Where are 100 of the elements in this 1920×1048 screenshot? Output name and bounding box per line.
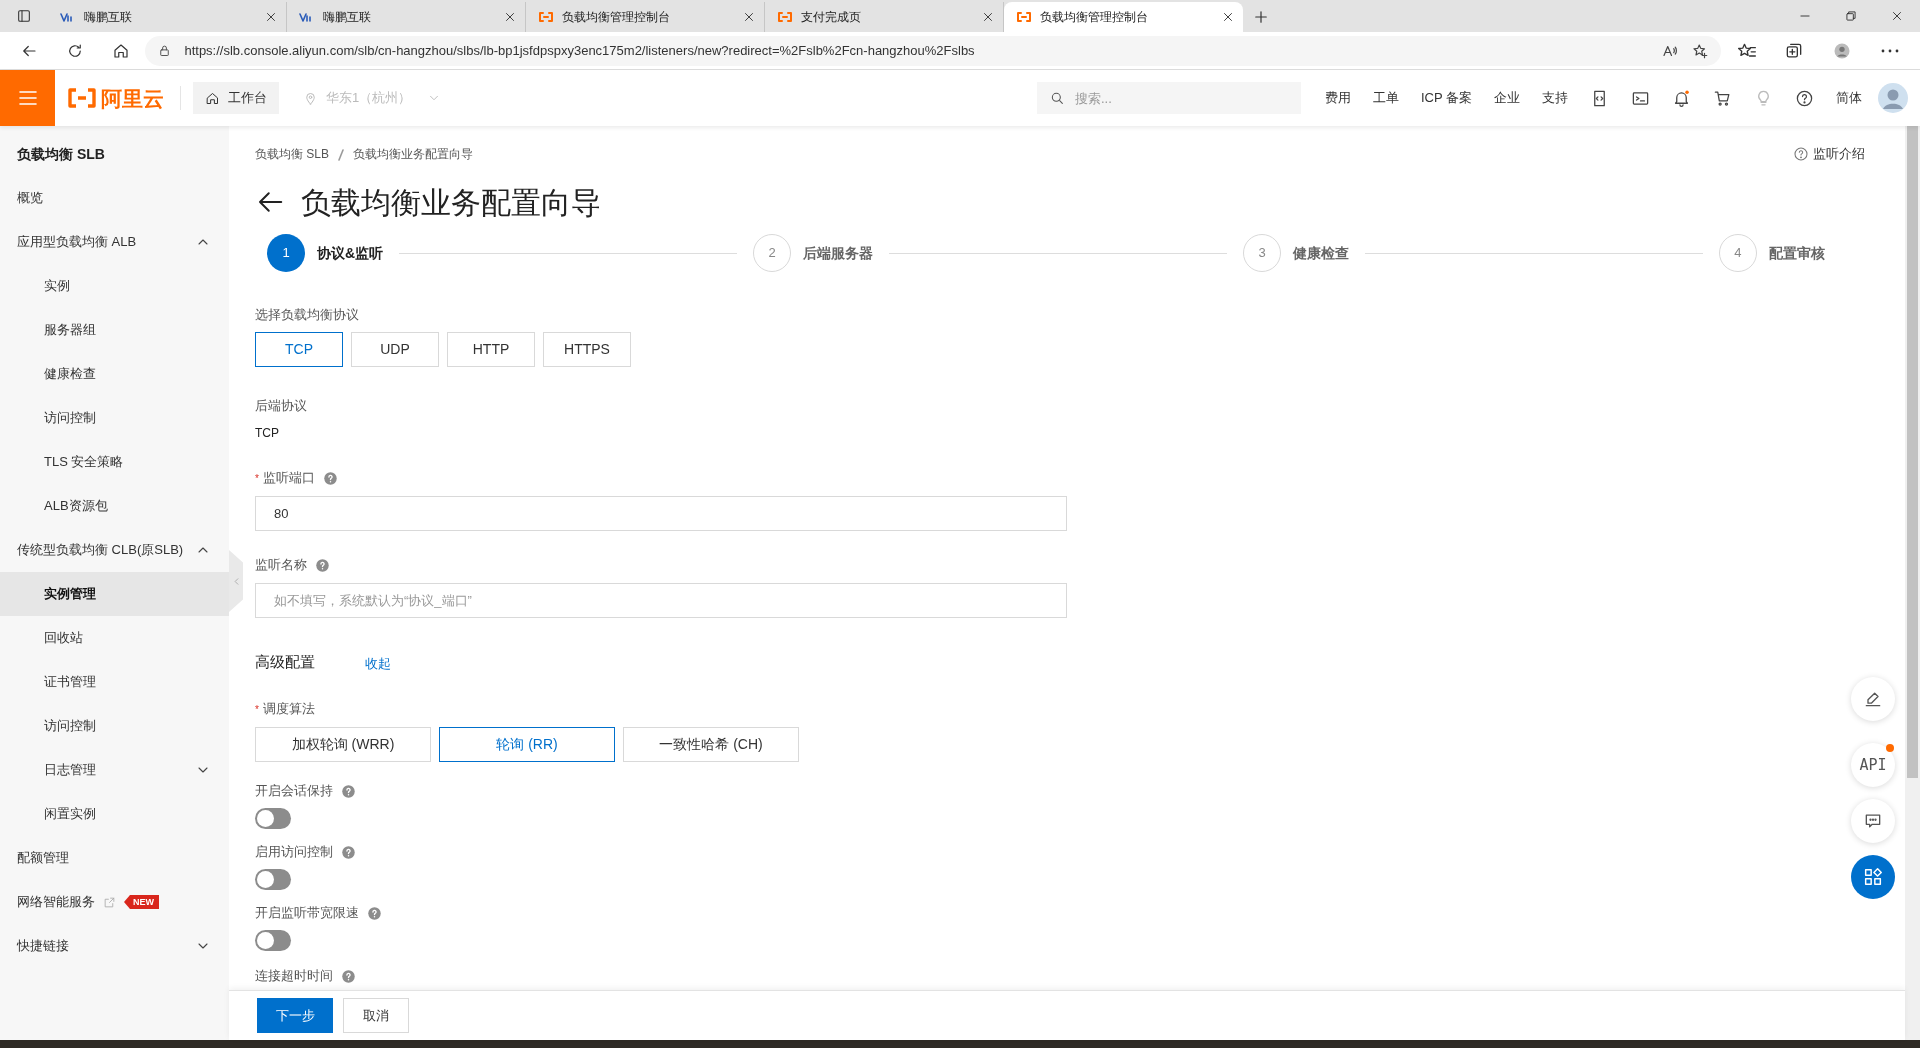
sidebar-item[interactable]: 配额管理	[0, 836, 229, 880]
sidebar-item[interactable]: TLS 安全策略	[0, 440, 229, 484]
tab-actions-icon	[16, 8, 32, 24]
field-label: 开启监听带宽限速	[255, 904, 359, 923]
scrollbar-thumb[interactable]	[1907, 126, 1918, 778]
help-link[interactable]: 监听介绍	[1793, 144, 1865, 164]
field-value: TCP	[255, 425, 280, 442]
close-icon[interactable]	[1221, 10, 1235, 24]
help-icon[interactable]	[1795, 88, 1814, 108]
nav-link[interactable]: 费用	[1324, 88, 1351, 108]
field-label: 监听端口	[262, 469, 315, 488]
field-label: 后端协议	[255, 397, 307, 416]
field-label: 启用访问控制	[255, 843, 333, 862]
nav-link[interactable]: 企业	[1494, 88, 1520, 108]
sidebar-item[interactable]: 网络智能服务 NEW	[0, 880, 229, 924]
footer-button[interactable]: 取消	[343, 998, 409, 1033]
option-button[interactable]: 加权轮询 (WRR)	[255, 727, 431, 762]
toggle-switch[interactable]	[255, 930, 291, 951]
collapse-link[interactable]: 收起	[365, 654, 391, 674]
port-input[interactable]: 80	[255, 496, 1067, 531]
restore-icon	[1844, 9, 1858, 23]
field-label: 选择负载均衡协议	[255, 306, 359, 325]
required-mark: *	[255, 471, 259, 486]
apps-icon	[1862, 866, 1884, 888]
name-input[interactable]: 如不填写，系统默认为“协议_端口”	[255, 583, 1067, 618]
sidebar-item[interactable]: 闲置实例	[0, 792, 229, 836]
sidebar-item[interactable]: 快捷链接	[0, 924, 229, 968]
chat-button[interactable]	[1851, 799, 1895, 843]
step-label: 协议&监听	[317, 243, 384, 263]
home-icon	[205, 90, 220, 106]
avatar[interactable]	[1878, 83, 1908, 113]
edit-button[interactable]	[1851, 677, 1895, 721]
option-button[interactable]: 一致性哈希 (CH)	[623, 727, 799, 762]
tab-title: 嗨鹏互联	[323, 9, 372, 26]
nav-link[interactable]: 工单	[1372, 88, 1399, 108]
step-label: 后端服务器	[803, 243, 874, 263]
pencil-icon	[1863, 689, 1883, 709]
close-icon[interactable]	[981, 10, 995, 24]
step-number: 3	[1243, 234, 1282, 272]
close-icon	[1890, 9, 1904, 23]
option-button[interactable]: HTTPS	[543, 332, 631, 367]
nav-link[interactable]: ICP 备案	[1420, 88, 1472, 108]
new-badge: NEW	[124, 895, 159, 909]
language-link[interactable]: 简体	[1836, 88, 1862, 108]
toggle-switch[interactable]	[255, 808, 291, 829]
address-field[interactable]: https://slb.console.aliyun.com/slb/cn-hangzhou/slbs/lb-bp1jsfdpspxy3enc175m2/listeners/new?redirect=%2Fslb%2Fcn-hangzhou%2Fslbs	[145, 35, 1721, 66]
option-button[interactable]: 轮询 (RR)	[439, 727, 615, 762]
tab-title: 负载均衡管理控制台	[1040, 9, 1149, 26]
close-icon[interactable]	[264, 10, 278, 24]
breadcrumb-link[interactable]: 负载均衡 SLB	[255, 145, 329, 163]
step-label: 健康检查	[1293, 243, 1350, 263]
sidebar-item[interactable]: 日志管理	[0, 748, 229, 792]
sidebar-item[interactable]: 访问控制	[0, 704, 229, 748]
sidebar-item[interactable]: 实例管理	[0, 572, 229, 616]
sidebar-item[interactable]: 应用型负载均衡 ALB	[0, 220, 229, 264]
apps-button[interactable]	[1851, 855, 1895, 899]
option-button[interactable]: TCP	[255, 332, 343, 367]
logo-text: 阿里云	[101, 87, 164, 109]
more-icon	[1881, 48, 1900, 53]
url-text: https://slb.console.aliyun.com/slb/cn-hangzhou/slbs/lb-bp1jsfdpspxy3enc175m2/listeners/new?redirect=%2Fslb%2Fcn-hangzhou%2Fslbs	[184, 41, 976, 60]
footer-button[interactable]: 下一步	[257, 998, 333, 1033]
api-button[interactable]: API	[1851, 743, 1895, 787]
nav-link[interactable]: 支持	[1542, 88, 1568, 108]
close-icon[interactable]	[503, 10, 517, 24]
sidebar-item[interactable]: 实例	[0, 264, 229, 308]
browser-tab[interactable]: 负载均衡管理控制台	[1004, 2, 1243, 32]
sidebar-item[interactable]: 证书管理	[0, 660, 229, 704]
sidebar-item[interactable]: 服务器组	[0, 308, 229, 352]
step-number: 2	[753, 234, 792, 272]
cloud-favicon	[1016, 11, 1032, 23]
help-icon	[1793, 146, 1809, 162]
breadcrumb-link[interactable]: 负载均衡业务配置向导	[353, 145, 473, 163]
required-mark: *	[255, 702, 259, 717]
sidebar-item[interactable]: ALB资源包	[0, 484, 229, 528]
add-favorite-icon[interactable]	[1690, 41, 1709, 60]
sidebar-item[interactable]: 传统型负载均衡 CLB(原SLB)	[0, 528, 229, 572]
plus-icon	[1252, 8, 1270, 26]
search-field[interactable]: 搜索...	[1036, 82, 1301, 114]
option-button[interactable]: UDP	[351, 332, 439, 367]
cloud-favicon	[777, 11, 793, 23]
sidebar-title: 负载均衡 SLB	[16, 145, 106, 164]
workbench-button[interactable]: 工作台	[193, 82, 279, 114]
tab-title: 负载均衡管理控制台	[562, 9, 671, 26]
toggle-switch[interactable]	[255, 869, 291, 890]
sidebar-item[interactable]: 回收站	[0, 616, 229, 660]
tab-title: 嗨鹏互联	[84, 9, 133, 26]
option-button[interactable]: HTTP	[447, 332, 535, 367]
menu-button[interactable]	[0, 70, 55, 126]
field-label: 调度算法	[262, 700, 315, 719]
step-label: 配置审核	[1769, 243, 1825, 263]
step-number: 4	[1719, 234, 1757, 272]
close-icon[interactable]	[742, 10, 756, 24]
bell-icon[interactable]	[1672, 88, 1691, 108]
sidebar-item[interactable]: 健康检查	[0, 352, 229, 396]
sidebar-item[interactable]: 访问控制	[0, 396, 229, 440]
tab-title: 支付完成页	[801, 9, 862, 26]
cloud-favicon	[538, 11, 554, 23]
step-number: 1	[267, 234, 305, 272]
page-title: 负载均衡业务配置向导	[301, 184, 601, 221]
sidebar-item[interactable]: 概览	[0, 176, 229, 220]
